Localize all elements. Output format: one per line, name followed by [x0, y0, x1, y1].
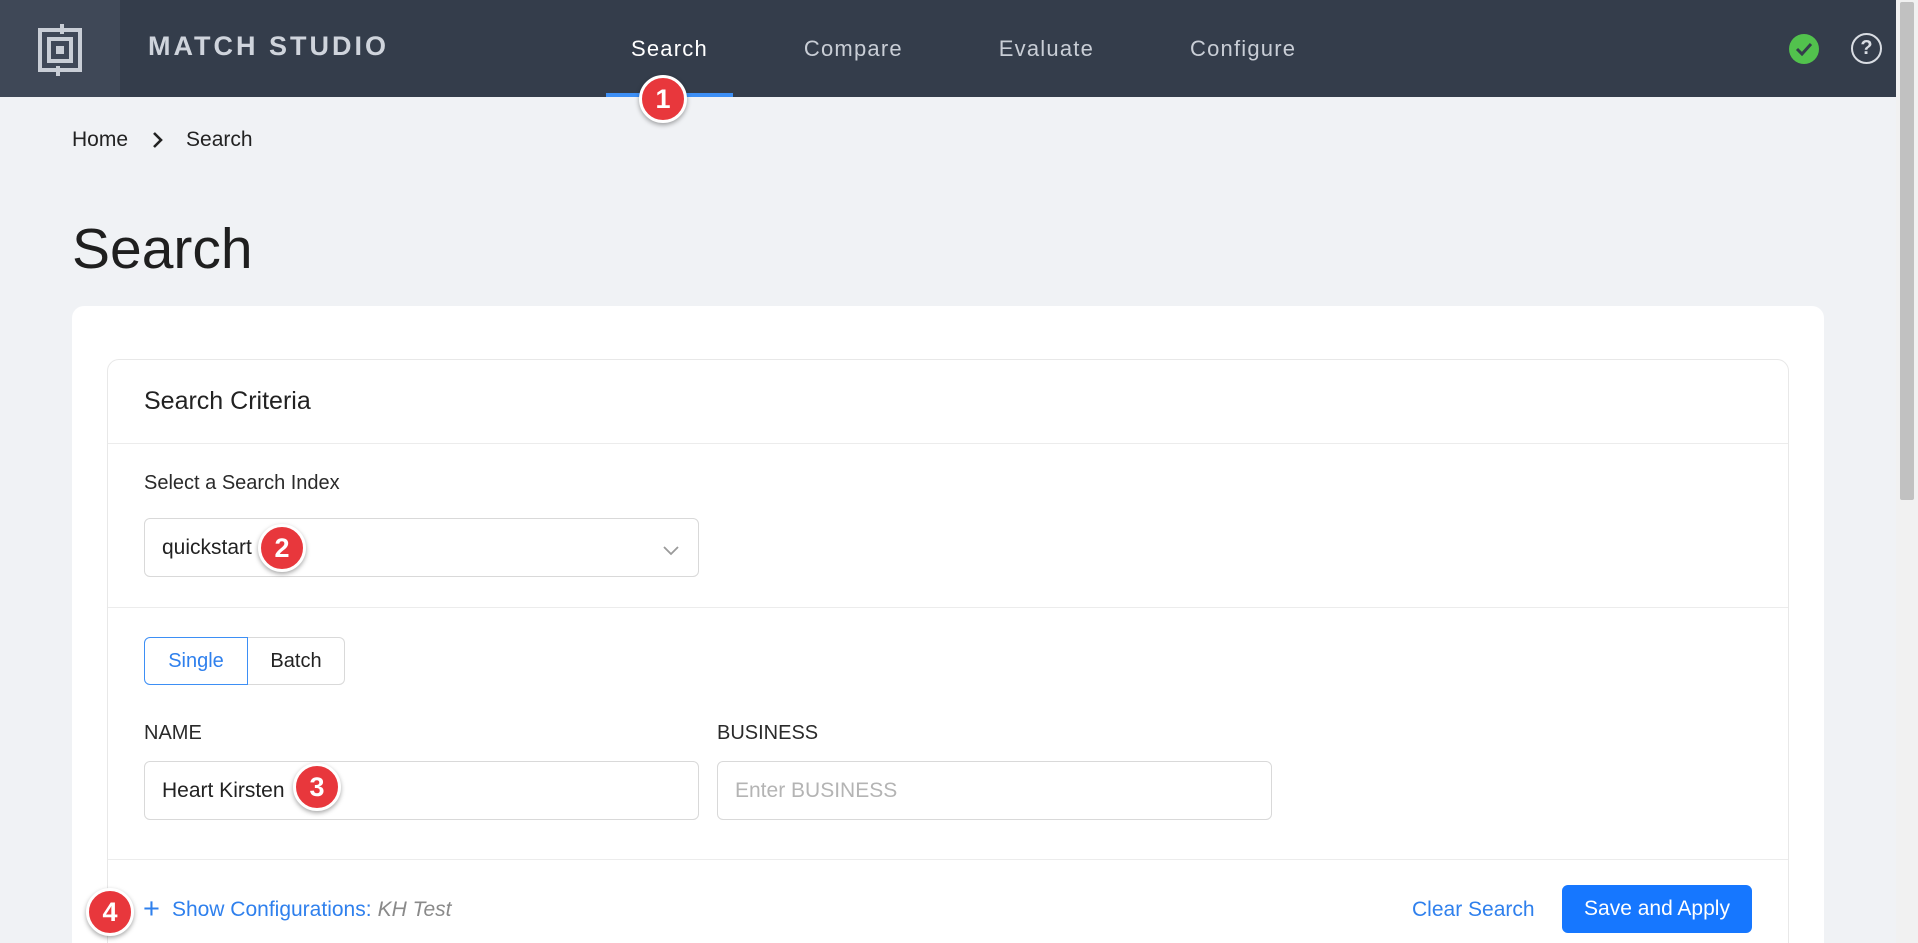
configuration-name: KH Test: [377, 897, 452, 921]
save-and-apply-button[interactable]: Save and Apply: [1562, 885, 1752, 933]
step-marker-3: 3: [293, 763, 341, 811]
step-marker-4: 4: [86, 888, 134, 936]
mode-batch-button[interactable]: Batch: [248, 637, 345, 685]
question-circle-icon[interactable]: ?: [1851, 33, 1882, 64]
show-configurations-toggle[interactable]: + Show Configurations: KH Test: [143, 895, 451, 924]
business-field-label: BUSINESS: [717, 722, 819, 744]
main-nav: Search Compare Evaluate Configure: [606, 0, 1367, 97]
search-mode-toggle: Single Batch: [144, 637, 345, 685]
breadcrumb-home-link[interactable]: Home: [72, 128, 128, 152]
nav-tab-evaluate[interactable]: Evaluate: [974, 0, 1119, 97]
logo-icon: [38, 23, 82, 76]
check-circle-icon: [1789, 34, 1819, 64]
breadcrumb-current: Search: [186, 128, 253, 151]
step-marker-1: 1: [639, 75, 687, 123]
brand-name: MATCH STUDIO: [148, 31, 389, 61]
chevron-right-icon: [152, 131, 164, 149]
breadcrumb: Home Search: [72, 128, 253, 152]
name-field-label: NAME: [144, 722, 202, 744]
clear-search-button[interactable]: Clear Search: [1412, 898, 1535, 922]
plus-icon: +: [143, 893, 160, 925]
search-index-label: Select a Search Index: [144, 472, 340, 494]
page-scrollbar[interactable]: [1896, 0, 1918, 943]
nav-tab-configure[interactable]: Configure: [1165, 0, 1321, 97]
name-input[interactable]: [144, 761, 699, 820]
business-input[interactable]: [717, 761, 1272, 820]
search-criteria-card: Search Criteria Select a Search Index qu…: [107, 359, 1789, 943]
show-configurations-label: Show Configurations:: [171, 897, 372, 921]
nav-tab-compare[interactable]: Compare: [779, 0, 928, 97]
top-navigation-bar: MATCH STUDIO Search Compare Evaluate Con…: [0, 0, 1896, 97]
app-logo[interactable]: [0, 0, 120, 97]
search-index-section: Select a Search Index quickstart: [108, 444, 1788, 608]
step-marker-2: 2: [258, 524, 306, 572]
search-index-value: quickstart: [162, 535, 252, 559]
scrollbar-thumb[interactable]: [1900, 2, 1914, 500]
search-criteria-title: Search Criteria: [108, 360, 1788, 444]
mode-single-button[interactable]: Single: [144, 637, 248, 685]
page-title: Search: [72, 217, 253, 281]
chevron-down-icon: [662, 539, 680, 563]
search-inputs-section: Single Batch NAME BUSINESS: [108, 608, 1788, 860]
search-index-select[interactable]: quickstart: [144, 518, 699, 577]
